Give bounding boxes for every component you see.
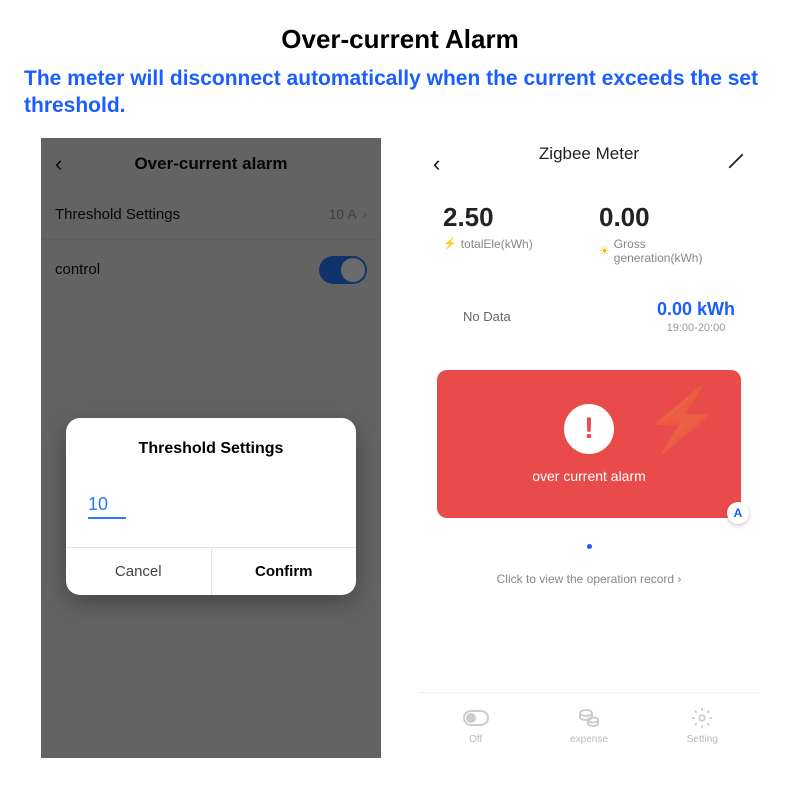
tab-off-label: Off — [469, 734, 482, 745]
gear-icon — [691, 706, 713, 730]
meter-title: Zigbee Meter — [419, 144, 759, 164]
page-subtitle: The meter will disconnect automatically … — [24, 65, 776, 120]
cancel-button[interactable]: Cancel — [66, 548, 212, 595]
operation-record-link[interactable]: Click to view the operation record › — [419, 572, 759, 586]
bolt-icon: ⚡ — [443, 237, 457, 250]
settings-screen: ‹ Over-current alarm Threshold Settings … — [41, 138, 381, 758]
gross-gen-metric: 0.00 ☀ Gross generation(kWh) — [599, 202, 735, 265]
kwh-time: 19:00-20:00 — [657, 322, 735, 334]
kwh-value: 0.00 kWh — [657, 299, 735, 320]
threshold-dialog: Threshold Settings Cancel Confirm — [66, 418, 356, 595]
total-ele-metric: 2.50 ⚡ totalEle(kWh) — [443, 202, 579, 265]
gross-gen-value: 0.00 — [599, 202, 735, 233]
toggle-off-icon — [463, 710, 489, 726]
dialog-title: Threshold Settings — [66, 418, 356, 466]
coins-icon — [577, 706, 601, 730]
tab-expense-label: expense — [570, 734, 608, 745]
total-ele-value: 2.50 — [443, 202, 579, 233]
tab-off[interactable]: Off — [419, 693, 532, 758]
tab-expense[interactable]: expense — [532, 693, 645, 758]
page-indicator — [419, 536, 759, 554]
threshold-input[interactable] — [88, 494, 126, 519]
alert-icon: ! — [564, 404, 614, 454]
gross-gen-label: Gross generation(kWh) — [614, 237, 735, 265]
page-title: Over-current Alarm — [24, 24, 776, 55]
lightning-bg-icon: ⚡ — [644, 384, 721, 457]
total-ele-label: totalEle(kWh) — [461, 237, 533, 251]
tabbar: Off expense Setting — [419, 692, 759, 758]
alarm-text: over current alarm — [532, 468, 646, 484]
meter-screen: ‹ Zigbee Meter 2.50 ⚡ totalEle(kWh) 0.00 … — [419, 138, 759, 758]
tab-setting[interactable]: Setting — [646, 693, 759, 758]
confirm-button[interactable]: Confirm — [212, 548, 357, 595]
alarm-card[interactable]: ⚡ ! over current alarm A — [437, 370, 741, 518]
tab-setting-label: Setting — [687, 734, 718, 745]
kwh-reading: 0.00 kWh 19:00-20:00 — [657, 299, 735, 334]
meter-header: ‹ Zigbee Meter — [419, 138, 759, 190]
alarm-badge[interactable]: A — [727, 502, 749, 524]
sun-icon: ☀ — [599, 244, 610, 258]
no-data-label: No Data — [443, 309, 657, 324]
